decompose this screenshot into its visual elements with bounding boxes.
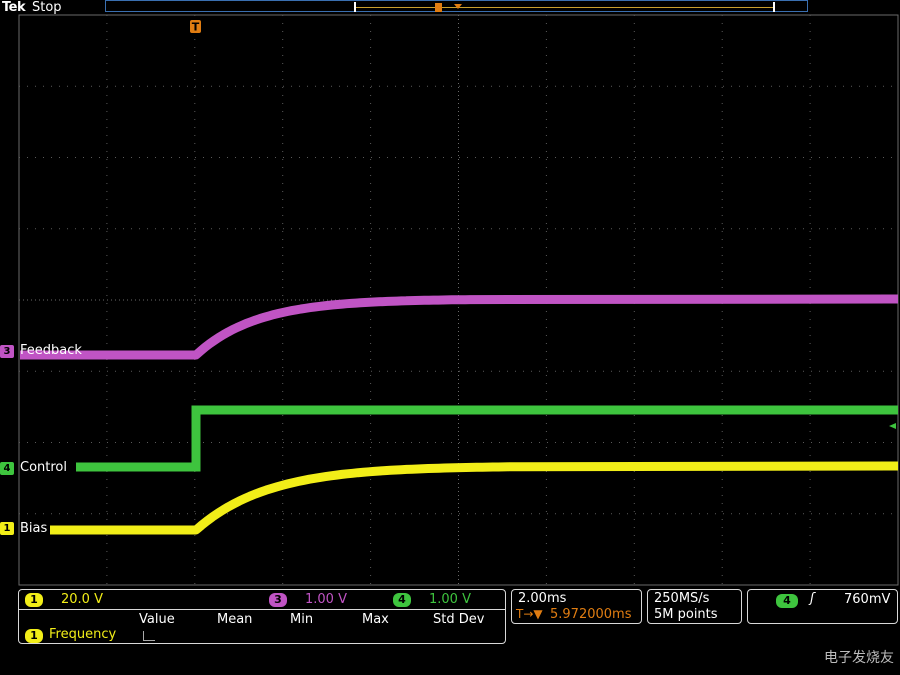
measurement-divider (19, 609, 505, 610)
ch4-scale-value: 1.00 V (429, 592, 471, 607)
ch3-scale-value: 1.00 V (305, 592, 347, 607)
waveform-ch4-control (76, 405, 898, 472)
trigger-position-marker[interactable]: T (190, 20, 201, 34)
trigger-box[interactable]: 4 ʃ 760mV (747, 589, 898, 624)
ch1-scale-value: 20.0 V (61, 592, 103, 607)
trigger-position-prefix: T→▼ (516, 607, 543, 621)
header-std-dev: Std Dev (433, 612, 485, 627)
header-value: Value (139, 612, 175, 627)
trigger-level: 760mV (844, 592, 891, 607)
measurement-name[interactable]: Frequency (49, 627, 116, 642)
measurement-source-chip[interactable]: 1 (25, 629, 43, 643)
trigger-slope-icon: ʃ (810, 591, 815, 606)
record-length: 5M points (654, 607, 718, 622)
ch1-ground-marker[interactable]: 1 (0, 522, 14, 535)
measurement-box[interactable]: 1 20.0 V 3 1.00 V 4 1.00 V Value Mean Mi… (18, 589, 506, 644)
header-min: Min (290, 612, 314, 627)
header-max: Max (362, 612, 389, 627)
ch3-label: Feedback (20, 343, 82, 358)
ch1-scale-chip[interactable]: 1 (25, 593, 43, 607)
header-mean: Mean (217, 612, 253, 627)
acquisition-box[interactable]: 250MS/s 5M points (647, 589, 742, 624)
timebase-box[interactable]: 2.00ms T→▼ 5.972000ms (511, 589, 642, 624)
ch3-scale-chip[interactable]: 3 (269, 593, 287, 607)
readout-panel: 1 20.0 V 3 1.00 V 4 1.00 V Value Mean Mi… (0, 588, 900, 675)
measurement-indicator-icon (143, 631, 155, 641)
sample-rate: 250MS/s (654, 591, 710, 606)
waveform-ch1-bias (50, 461, 899, 535)
trigger-level-arrow[interactable] (889, 423, 896, 429)
ch4-label: Control (20, 460, 67, 475)
horizontal-position: 5.972000ms (550, 607, 632, 622)
ch3-ground-marker[interactable]: 3 (0, 345, 14, 358)
trigger-marker-glyph: T (192, 21, 200, 34)
watermark: 电子发烧友 (824, 650, 894, 666)
horizontal-scale: 2.00ms (518, 591, 567, 606)
trigger-source-chip[interactable]: 4 (776, 594, 798, 608)
ch4-ground-marker[interactable]: 4 (0, 462, 14, 475)
ch1-label: Bias (20, 521, 48, 536)
waveform-display[interactable]: T (0, 0, 900, 588)
ch4-scale-chip[interactable]: 4 (393, 593, 411, 607)
